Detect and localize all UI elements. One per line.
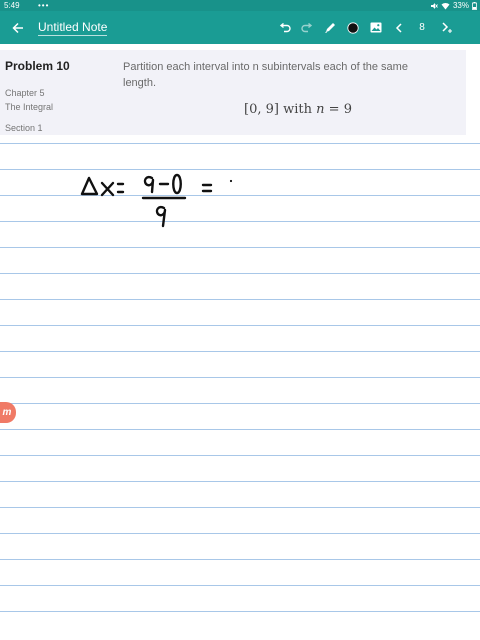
handwriting-delta-x	[80, 173, 233, 228]
screen: 5:49 ••• 33% Untitled Note 8 Problem 10 …	[0, 0, 480, 640]
